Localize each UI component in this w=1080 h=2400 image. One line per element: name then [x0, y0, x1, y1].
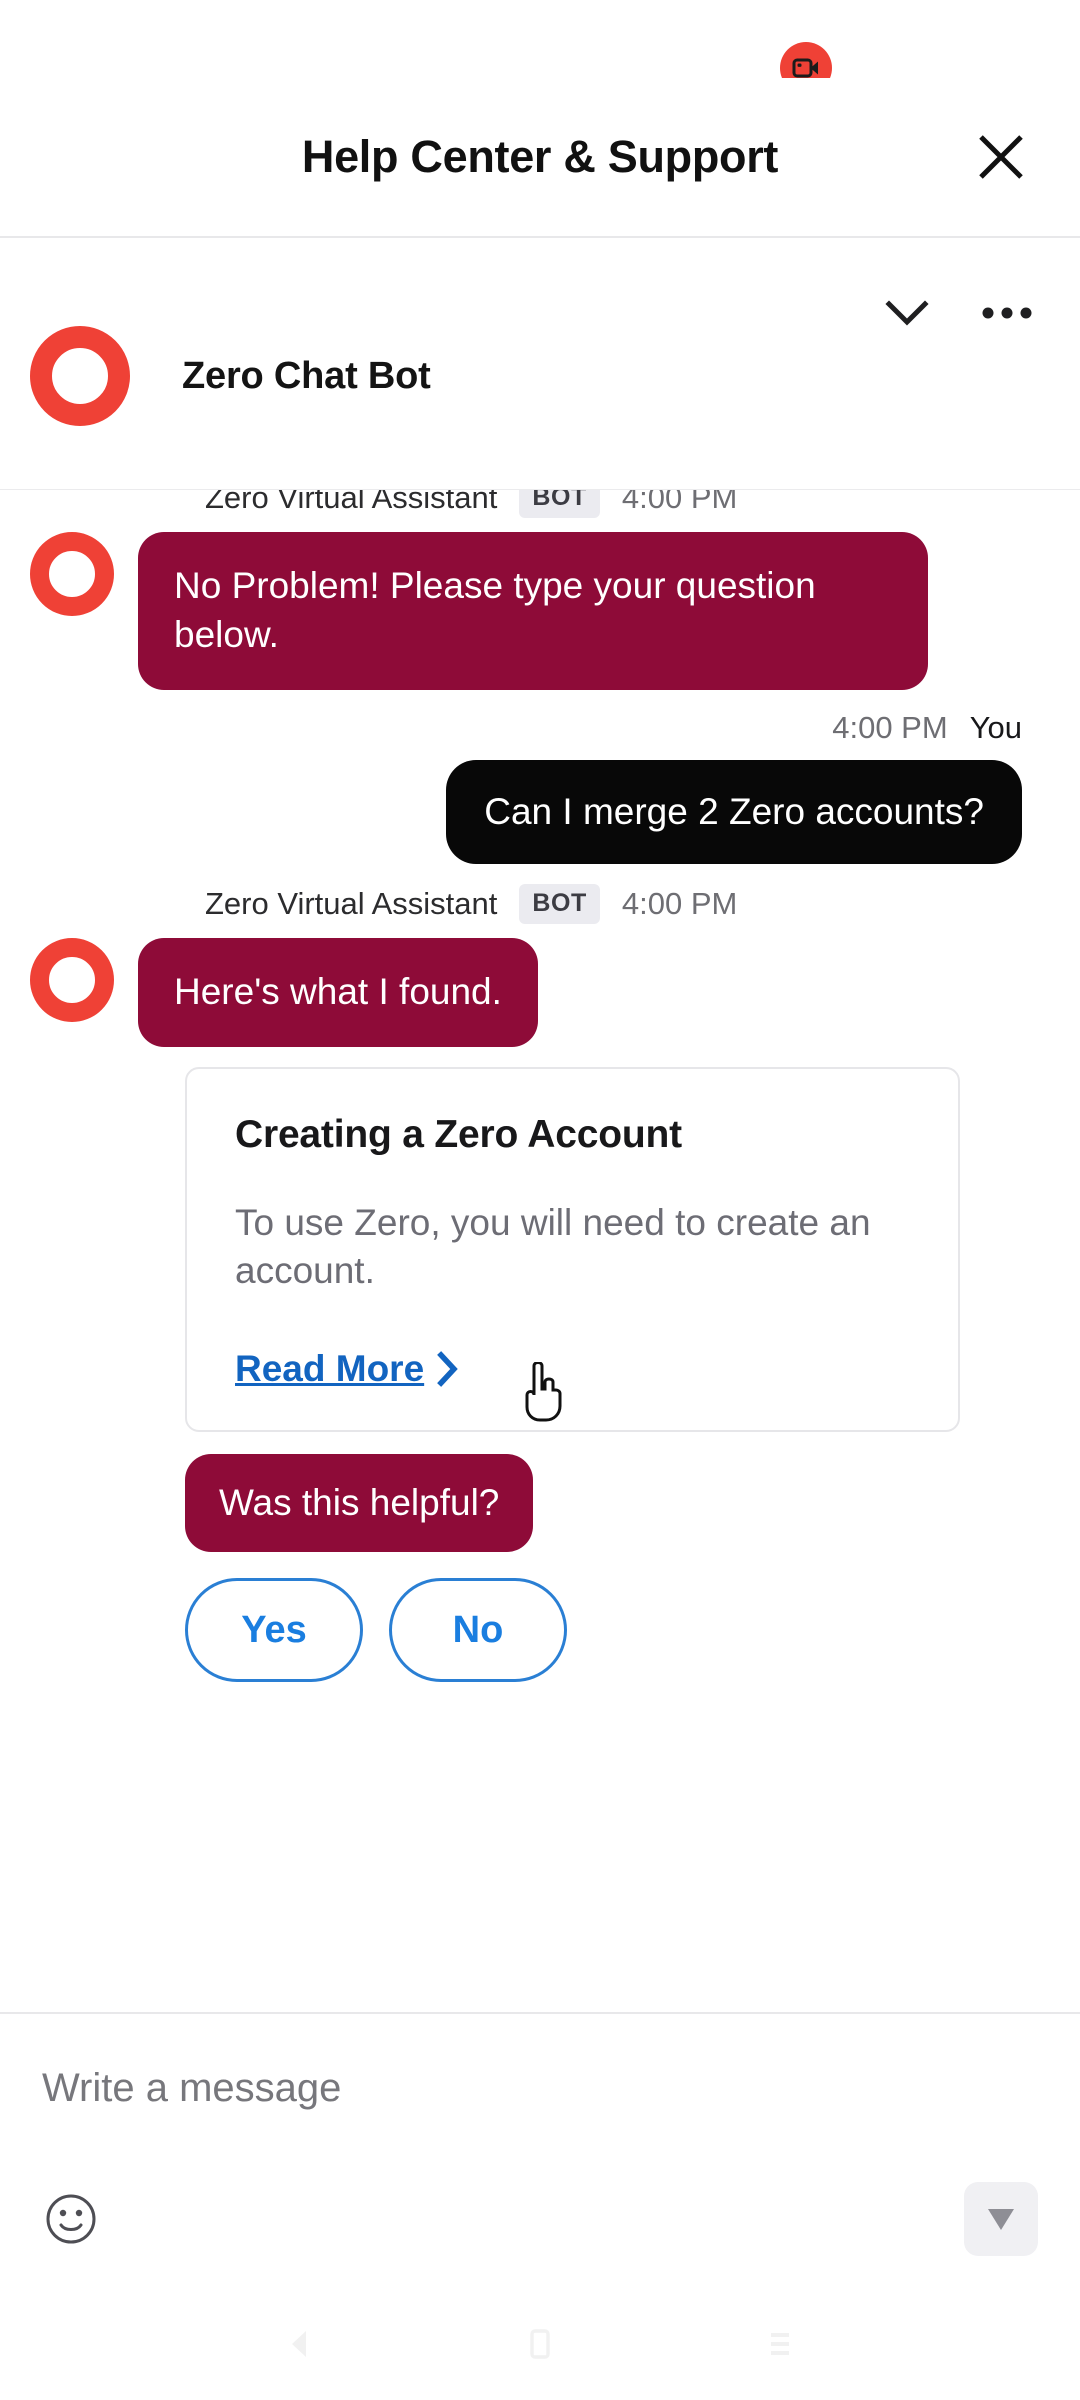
message-row-bot: Here's what I found. — [0, 938, 1080, 1048]
zero-ring-avatar-icon — [30, 938, 114, 1023]
chat-panel-actions — [874, 280, 1040, 346]
status-bar — [0, 0, 1080, 94]
bot-message-bubble: Here's what I found. — [138, 938, 538, 1048]
article-card[interactable]: Creating a Zero Account To use Zero, you… — [185, 1067, 960, 1433]
bot-name: Zero Chat Bot — [182, 354, 431, 397]
zero-ring-avatar-icon — [30, 532, 114, 616]
user-message-meta: 4:00 PM You — [0, 710, 1080, 746]
clipped-message-meta: Zero Virtual Assistant BOT 4:00 PM — [0, 490, 1080, 518]
recents-lines-icon[interactable] — [760, 2324, 800, 2369]
meta-time: 4:00 PM — [621, 490, 738, 515]
meta-time: 4:00 PM — [832, 709, 948, 745]
smiley-face-icon[interactable] — [42, 2190, 100, 2248]
composer-tools — [42, 2182, 1038, 2256]
read-more-link[interactable]: Read More — [235, 1348, 460, 1390]
more-options-icon[interactable] — [974, 280, 1040, 346]
read-more-label: Read More — [235, 1348, 425, 1390]
message-row-user: Can I merge 2 Zero accounts? — [0, 759, 1080, 865]
bot-badge: BOT — [519, 490, 600, 518]
message-composer — [0, 2012, 1080, 2292]
feedback-no-button[interactable]: No — [389, 1578, 567, 1683]
app-screen: Help Center & Support Zero Chat Bot Zero… — [0, 0, 1080, 2400]
meta-sender-name: Zero Virtual Assistant — [205, 886, 498, 922]
page-title: Help Center & Support — [301, 131, 779, 182]
send-paper-plane-icon — [988, 2209, 1014, 2230]
message-row-bot: No Problem! Please type your question be… — [0, 532, 1080, 690]
home-square-icon[interactable] — [520, 2324, 560, 2369]
send-button[interactable] — [964, 2182, 1038, 2256]
back-triangle-icon[interactable] — [280, 2324, 320, 2369]
meta-time: 4:00 PM — [621, 886, 738, 922]
chevron-right-icon — [437, 1351, 458, 1387]
bot-message-meta: Zero Virtual Assistant BOT 4:00 PM — [0, 884, 1080, 925]
chat-panel-header: Zero Chat Bot — [0, 238, 1080, 490]
message-list[interactable]: Zero Virtual Assistant BOT 4:00 PM No Pr… — [0, 490, 1080, 2012]
feedback-yes-button[interactable]: Yes — [185, 1578, 363, 1683]
article-card-title: Creating a Zero Account — [235, 1113, 682, 1157]
article-card-body: To use Zero, you will need to create an … — [235, 1202, 871, 1291]
android-navigation-bar — [0, 2292, 1080, 2400]
meta-sender-name: Zero Virtual Assistant — [205, 490, 498, 515]
message-input[interactable] — [42, 2066, 1038, 2111]
pointer-hand-cursor-icon — [525, 1362, 562, 1422]
bot-message-bubble: No Problem! Please type your question be… — [138, 532, 928, 690]
feedback-choices: Yes No — [185, 1578, 1050, 1683]
chevron-down-icon[interactable] — [874, 280, 940, 346]
close-icon[interactable] — [966, 122, 1036, 192]
feedback-prompt: Was this helpful? — [185, 1454, 534, 1553]
zero-ring-avatar-icon — [30, 326, 130, 426]
meta-sender-name: You — [969, 709, 1022, 745]
bot-badge: BOT — [519, 884, 600, 925]
title-bar: Help Center & Support — [0, 78, 1080, 236]
bot-identity: Zero Chat Bot — [30, 326, 431, 426]
chat-panel: Zero Chat Bot Zero Virtual Assistant BOT… — [0, 236, 1080, 2292]
user-message-bubble: Can I merge 2 Zero accounts? — [446, 759, 1022, 865]
feedback-block: Was this helpful? Yes No — [185, 1454, 1050, 1683]
